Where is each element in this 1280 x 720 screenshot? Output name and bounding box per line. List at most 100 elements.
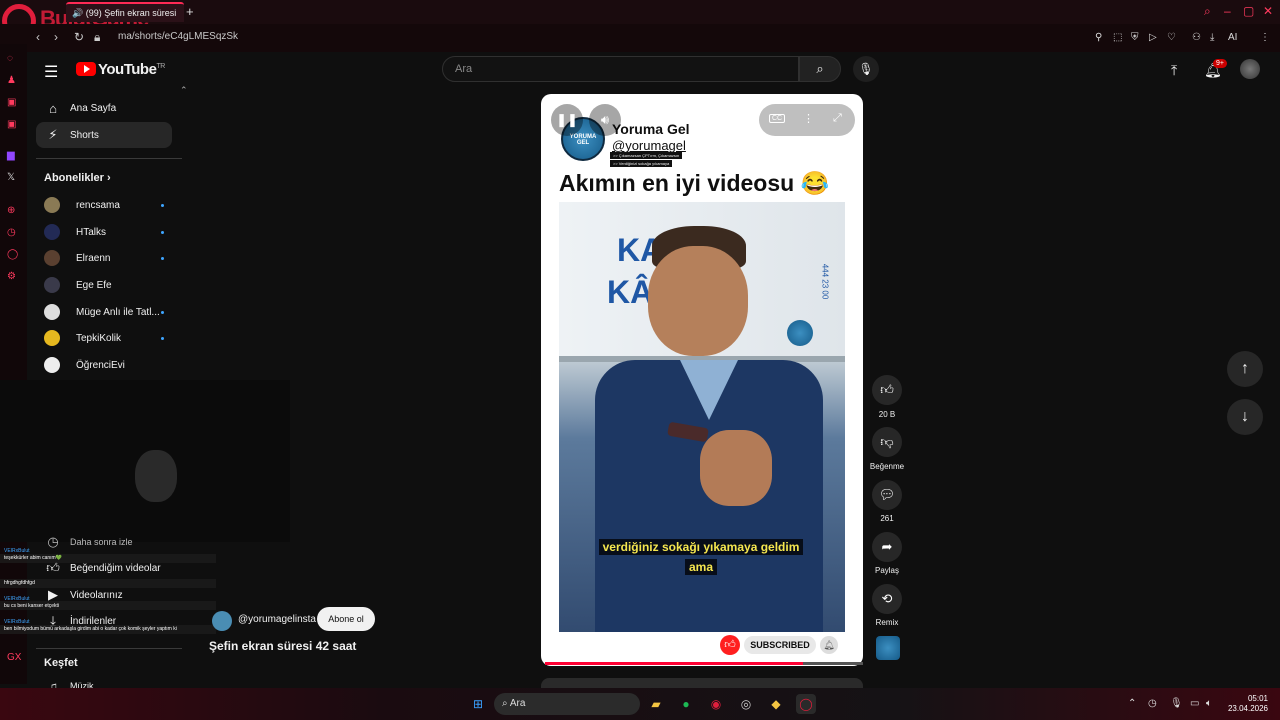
sidebar-twitch-icon[interactable]: ▆: [7, 150, 15, 161]
menu-icon[interactable]: ⋮: [1260, 32, 1270, 43]
app-icon[interactable]: ◆: [766, 694, 786, 714]
bell-icon: 🔔︎: [820, 636, 838, 654]
remix-button[interactable]: ⟲: [872, 584, 902, 614]
spotify-icon[interactable]: ●: [676, 694, 696, 714]
search-tabs-icon[interactable]: ⌕: [1204, 4, 1211, 19]
fullscreen-icon[interactable]: ⤢: [833, 112, 842, 125]
address-field[interactable]: ma/shorts/eC4gLMESqzSk: [118, 31, 238, 42]
sidebar-item-subscription[interactable]: Ege Efe: [44, 277, 164, 293]
play-icon[interactable]: ▷: [1149, 32, 1157, 43]
channel-avatar[interactable]: [212, 611, 232, 631]
browser-tab[interactable]: 🔊 (99) Şefin ekran süresi: [66, 2, 184, 22]
pause-icon: ❚❚: [556, 112, 578, 127]
divider: [36, 648, 182, 649]
scroll-up-icon[interactable]: ⌃: [180, 85, 188, 96]
system-clock[interactable]: 05:01 23.04.2026: [1220, 694, 1268, 714]
account-icon[interactable]: ⚇: [1192, 32, 1201, 43]
sidebar-item-subscription[interactable]: ÖğrenciEvi: [44, 357, 164, 373]
minimize-button[interactable]: –: [1224, 4, 1231, 18]
user-avatar[interactable]: [1240, 59, 1260, 79]
back-icon[interactable]: ‹: [36, 30, 40, 44]
lock-icon: 🔒︎: [94, 30, 101, 44]
sidebar-x-icon[interactable]: 𝕏: [7, 172, 15, 183]
person-hand: [700, 430, 772, 506]
video-tag: >> Çıkamazsan ÇPTırm, Çıkamazsın: [610, 152, 683, 159]
sound-source-avatar[interactable]: [876, 636, 900, 660]
download-icon[interactable]: ⤓: [1210, 32, 1214, 43]
subscriptions-title[interactable]: Abonelikler ›: [44, 172, 111, 184]
captions-icon[interactable]: CC: [769, 114, 786, 123]
sidebar-settings-icon[interactable]: ⚙: [7, 271, 16, 282]
microphone-icon[interactable]: 🎙︎: [1170, 698, 1183, 709]
volume-icon[interactable]: 🔈︎: [1206, 698, 1212, 709]
video-channel-name: Yoruma Gel: [612, 121, 690, 137]
dislike-button[interactable]: 👎︎: [872, 427, 902, 457]
reload-icon[interactable]: ↻: [74, 30, 84, 44]
sidebar-gx-icon[interactable]: GX: [7, 652, 21, 663]
new-content-dot: [161, 230, 164, 234]
sidebar-item-subscription[interactable]: Müge Anlı ile Tatl...: [44, 304, 164, 320]
forward-icon[interactable]: ›: [54, 30, 58, 44]
start-icon[interactable]: ⊞: [468, 694, 488, 714]
search-input[interactable]: Ara: [442, 56, 799, 82]
like-button[interactable]: 👍︎: [872, 375, 902, 405]
sidebar-item-subscription[interactable]: Elraenn: [44, 250, 164, 266]
player-controls: CC ⋮ ⤢: [759, 104, 855, 136]
sidebar-item-label: Shorts: [70, 129, 99, 141]
sidebar-item-subscription[interactable]: TepkiKolik: [44, 330, 164, 346]
youtube-logo-icon[interactable]: [76, 62, 96, 76]
taskbar-search[interactable]: ⌕ Ara: [494, 693, 640, 715]
sidebar-item-subscription[interactable]: rencsama: [44, 197, 164, 213]
channel-watermark: [787, 320, 813, 346]
sidebar-aria-icon[interactable]: ◌: [7, 53, 13, 64]
sidebar-history-icon[interactable]: ⊕: [7, 205, 15, 216]
sidebar-item-subscription[interactable]: HTalks: [44, 224, 164, 240]
shield-icon[interactable]: ⛨: [1131, 32, 1139, 43]
youtube-logo-text[interactable]: YouTubeTR: [98, 61, 165, 78]
more-options-icon[interactable]: ⋮: [803, 112, 814, 125]
sidebar-apps-icon[interactable]: ♟: [7, 75, 16, 86]
file-explorer-icon[interactable]: ▰: [646, 694, 666, 714]
explore-title: Keşfet: [44, 657, 78, 669]
ai-icon[interactable]: AI: [1228, 32, 1237, 43]
network-icon[interactable]: ▭: [1190, 698, 1199, 709]
sidebar-item-shorts[interactable]: ⚡︎ Shorts: [36, 122, 172, 148]
sidebar-messenger-icon[interactable]: ▣: [7, 97, 16, 108]
windows-taskbar: [0, 688, 1280, 720]
voice-search-button[interactable]: 🎙︎: [853, 56, 879, 82]
share-button[interactable]: ➦: [872, 532, 902, 562]
arrow-down-icon: ↓: [1241, 408, 1249, 425]
maximize-button[interactable]: ▢: [1243, 4, 1254, 18]
new-content-dot: [161, 336, 164, 340]
close-window-button[interactable]: ✕: [1263, 4, 1273, 18]
sidebar-item-home[interactable]: ⌂ Ana Sayfa: [36, 95, 172, 121]
sidebar-player-icon[interactable]: ▣: [7, 119, 16, 130]
channel-handle[interactable]: @yorumagelinsta: [238, 614, 316, 625]
pin-icon[interactable]: ⚲: [1095, 32, 1102, 43]
next-short-button[interactable]: ↓: [1227, 399, 1263, 435]
tray-app-icon[interactable]: ◷: [1148, 698, 1157, 709]
comments-button[interactable]: 💬︎: [872, 480, 902, 510]
chat-message: VEIRxBulut ben bilmiyodum bümü arkadaşla …: [4, 619, 177, 632]
upload-icon[interactable]: ⤒: [1171, 62, 1177, 79]
menu-hamburger-icon[interactable]: ☰: [44, 62, 58, 82]
new-content-dot: [161, 256, 164, 260]
heart-icon[interactable]: ♡: [1167, 32, 1176, 43]
previous-short-button[interactable]: ↑: [1227, 351, 1263, 387]
like-overlay-icon: 👍︎: [720, 635, 740, 655]
shorts-icon: ⚡︎: [48, 127, 58, 142]
subscribe-button[interactable]: Abone ol: [317, 607, 375, 631]
app-icon[interactable]: ◉: [706, 694, 726, 714]
volume-button[interactable]: 🔊︎: [589, 104, 621, 136]
pause-button[interactable]: ❚❚: [551, 104, 583, 136]
opera-gx-taskbar-icon[interactable]: ◯: [796, 694, 816, 714]
search-button[interactable]: ⌕: [799, 56, 841, 82]
chat-message: VEIRxBulut teşekkürler abim canım💚: [4, 548, 62, 561]
progress-bar[interactable]: [545, 662, 803, 665]
snapshot-icon[interactable]: ⬚: [1113, 32, 1122, 43]
sidebar-clock-icon[interactable]: ◷: [7, 227, 16, 238]
sidebar-chat-icon[interactable]: ◯: [7, 249, 18, 260]
tray-overflow-icon[interactable]: ⌃: [1128, 698, 1136, 709]
new-tab-button[interactable]: +: [186, 4, 194, 19]
steam-icon[interactable]: ◎: [736, 694, 756, 714]
